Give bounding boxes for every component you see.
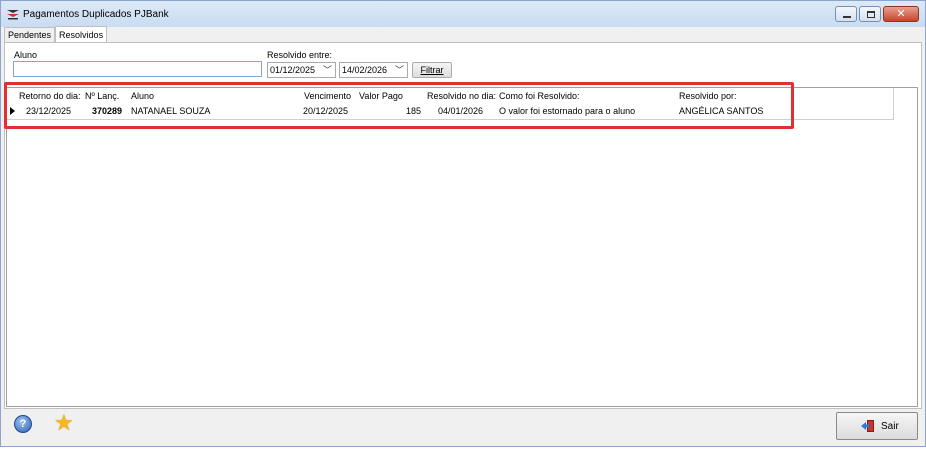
help-icon[interactable]: ? (14, 415, 32, 433)
aluno-label: Aluno (14, 50, 38, 60)
app-logo-icon (7, 10, 19, 20)
maximize-button[interactable] (859, 6, 881, 22)
chevron-down-icon[interactable]: ﹀ (395, 63, 404, 76)
exit-door-icon (861, 420, 874, 432)
tab-resolvidos[interactable]: Resolvidos (55, 26, 108, 42)
exit-button-label: Sair (881, 421, 899, 432)
minimize-button[interactable] (835, 6, 857, 22)
tab-strip: Pendentes Resolvidos (4, 26, 108, 42)
filter-button-label: Filtrar (420, 65, 444, 75)
tab-pendentes[interactable]: Pendentes (4, 27, 56, 42)
date-to-value: 14/02/2026 (342, 65, 388, 75)
resolvido-entre-label: Resolvido entre: (267, 50, 333, 60)
star-icon[interactable]: ★ (54, 412, 74, 434)
window-title: Pagamentos Duplicados PJBank (23, 9, 169, 20)
highlight-box (4, 82, 794, 129)
close-button[interactable]: ✕ (883, 6, 919, 22)
window-controls: ✕ (835, 6, 919, 22)
title-bar: Pagamentos Duplicados PJBank ✕ (1, 1, 925, 27)
results-grid: Retorno do dia: Nº Lanç. Aluno Venciment… (6, 87, 918, 407)
close-icon: ✕ (896, 8, 906, 20)
date-from-value: 01/12/2025 (270, 65, 316, 75)
date-from-picker[interactable]: 01/12/2025 ﹀ (267, 62, 336, 78)
aluno-input[interactable] (13, 61, 262, 77)
exit-button[interactable]: Sair (836, 412, 918, 440)
filter-button[interactable]: Filtrar (412, 62, 452, 78)
chevron-down-icon[interactable]: ﹀ (323, 63, 332, 76)
minimize-icon (843, 16, 851, 18)
main-window: Pagamentos Duplicados PJBank ✕ Pendentes… (0, 0, 926, 447)
date-to-picker[interactable]: 14/02/2026 ﹀ (339, 62, 408, 78)
maximize-icon (867, 11, 875, 18)
